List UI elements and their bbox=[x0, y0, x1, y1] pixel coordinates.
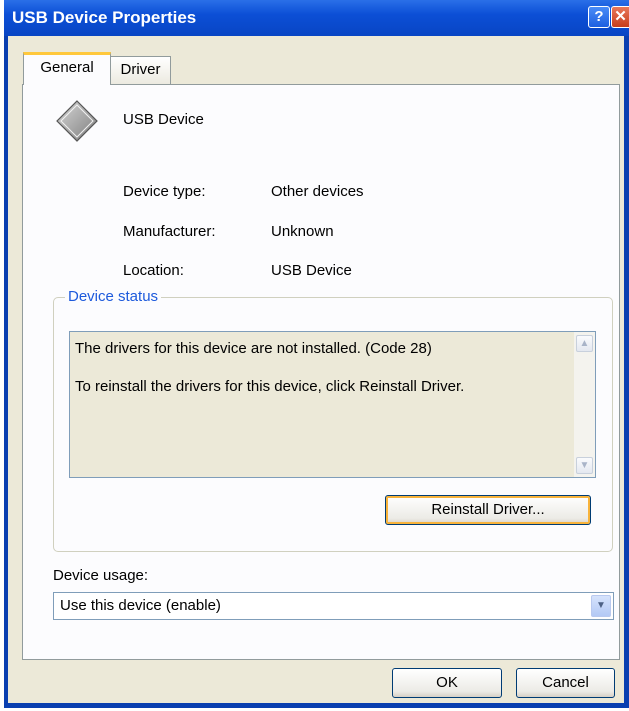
help-button[interactable]: ? bbox=[588, 6, 610, 28]
general-tab-panel: USB Device Device type: Other devices Ma… bbox=[22, 84, 620, 660]
cancel-button[interactable]: Cancel bbox=[516, 668, 615, 698]
dialog-client: General Driver USB Device Device type: O… bbox=[8, 36, 624, 703]
scroll-down-arrow-icon[interactable]: ▼ bbox=[576, 457, 593, 474]
device-type-label: Device type: bbox=[123, 183, 206, 200]
chevron-down-icon[interactable]: ▼ bbox=[591, 595, 611, 617]
device-type-value: Other devices bbox=[271, 183, 364, 200]
window-title: USB Device Properties bbox=[12, 8, 197, 27]
ok-button[interactable]: OK bbox=[392, 668, 502, 698]
device-usage-select[interactable]: Use this device (enable) ▼ bbox=[53, 592, 614, 620]
status-line: The drivers for this device are not inst… bbox=[75, 340, 432, 357]
tab-general[interactable]: General bbox=[23, 52, 111, 85]
manufacturer-value: Unknown bbox=[271, 223, 334, 240]
close-button[interactable]: ✕ bbox=[611, 6, 629, 28]
device-status-text[interactable]: The drivers for this device are not inst… bbox=[69, 331, 596, 478]
status-line: To reinstall the drivers for this device… bbox=[75, 378, 465, 395]
scroll-up-arrow-icon[interactable]: ▲ bbox=[576, 335, 593, 352]
location-value: USB Device bbox=[271, 262, 352, 279]
properties-window: USB Device Properties ? ✕ General Driver… bbox=[4, 0, 629, 708]
device-status-label: Device status bbox=[65, 288, 162, 305]
title-bar[interactable]: USB Device Properties ? ✕ bbox=[4, 0, 629, 36]
status-scrollbar[interactable]: ▲ ▼ bbox=[574, 332, 595, 477]
manufacturer-label: Manufacturer: bbox=[123, 223, 216, 240]
device-usage-label: Device usage: bbox=[53, 567, 149, 584]
device-usage-value: Use this device (enable) bbox=[60, 597, 221, 614]
device-name: USB Device bbox=[123, 111, 204, 128]
tab-driver[interactable]: Driver bbox=[110, 56, 171, 84]
device-diamond-icon bbox=[56, 100, 98, 142]
reinstall-driver-button[interactable]: Reinstall Driver... bbox=[385, 495, 591, 525]
location-label: Location: bbox=[123, 262, 184, 279]
